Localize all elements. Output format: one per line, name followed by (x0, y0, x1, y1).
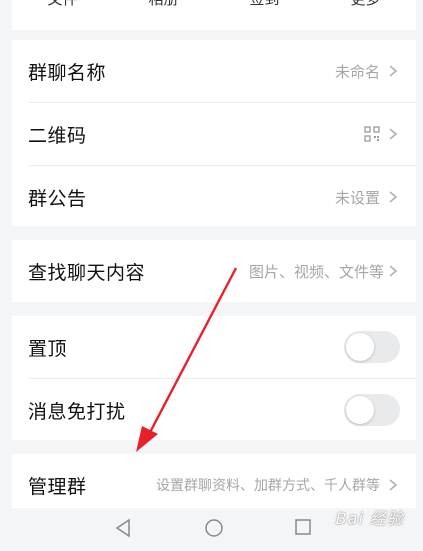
row-mute: 消息免打扰 (12, 379, 416, 441)
tab-checkin[interactable]: 签到 (214, 0, 315, 7)
info-card: 群聊名称 未命名 二维码 群公告 未设置 (12, 40, 416, 226)
watermark: Bai 经验 (335, 509, 404, 528)
search-history-label: 查找聊天内容 (28, 261, 146, 284)
manage-group-value: 设置群聊资料、加群方式、千人群等 (156, 478, 380, 494)
tab-more[interactable]: 更多 (315, 0, 416, 7)
mute-toggle[interactable] (344, 394, 400, 426)
toggles-card: 置顶 消息免打扰 (12, 316, 416, 440)
row-qr-code[interactable]: 二维码 (12, 103, 416, 165)
group-settings-screen: 文件 相册 签到 更多 群聊名称 未命名 二维码 (12, 0, 416, 551)
chevron-right-icon (389, 479, 398, 491)
pin-top-label: 置顶 (28, 337, 68, 360)
top-toolbar: 文件 相册 签到 更多 (12, 0, 416, 30)
group-name-value: 未命名 (334, 62, 380, 81)
manage-group-label: 管理群 (28, 475, 87, 498)
home-icon[interactable] (204, 518, 224, 538)
search-card: 查找聊天内容 图片、视频、文件等 (12, 240, 416, 302)
announcement-value: 未设置 (334, 188, 380, 207)
search-history-value: 图片、视频、文件等 (248, 262, 384, 281)
mute-label: 消息免打扰 (28, 400, 126, 423)
row-search-history[interactable]: 查找聊天内容 图片、视频、文件等 (12, 240, 416, 302)
row-group-name[interactable]: 群聊名称 未命名 (12, 40, 416, 102)
recent-apps-icon[interactable] (294, 518, 312, 536)
qr-code-label: 二维码 (28, 124, 87, 147)
qr-code-icon (364, 126, 380, 142)
group-name-label: 群聊名称 (28, 61, 107, 84)
tab-files[interactable]: 文件 (12, 0, 113, 7)
row-announcement[interactable]: 群公告 未设置 (12, 166, 416, 228)
chevron-right-icon (389, 128, 398, 140)
toggle-knob (346, 333, 374, 361)
toggle-knob (346, 396, 374, 424)
pin-top-toggle[interactable] (344, 331, 400, 363)
chevron-right-icon (389, 191, 398, 203)
tab-album[interactable]: 相册 (113, 0, 214, 7)
chevron-right-icon (389, 265, 398, 277)
row-pin-top: 置顶 (12, 316, 416, 378)
chevron-right-icon (389, 65, 398, 77)
back-icon[interactable] (114, 518, 132, 538)
announcement-label: 群公告 (28, 187, 87, 210)
